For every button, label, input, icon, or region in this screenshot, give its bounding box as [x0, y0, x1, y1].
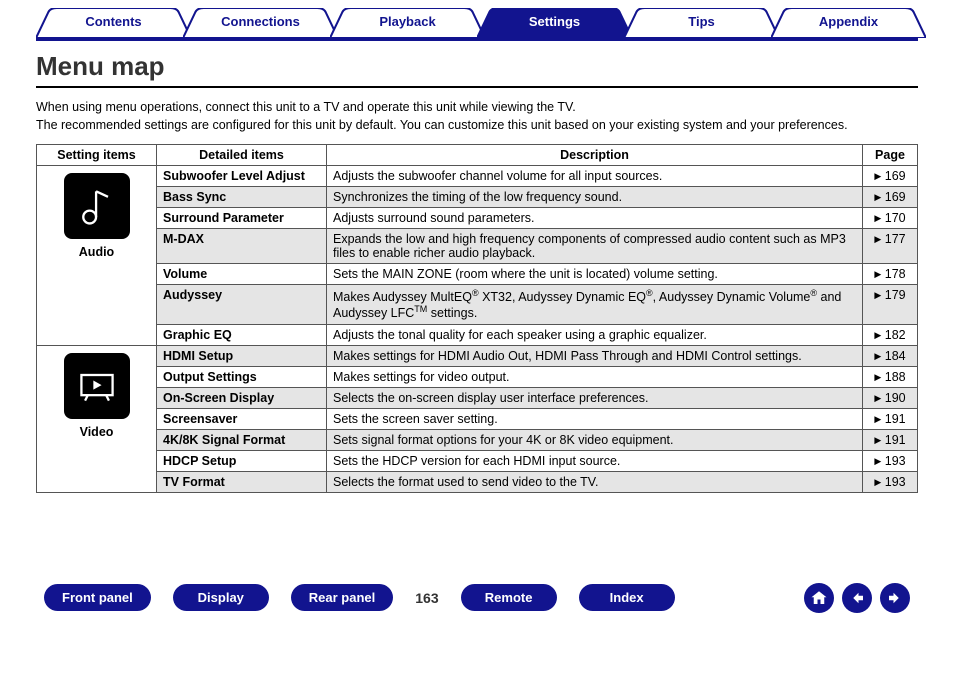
- page-link[interactable]: ▶ 169: [863, 166, 918, 187]
- category-cell-video: Video: [37, 345, 157, 492]
- page-link[interactable]: ▶ 182: [863, 324, 918, 345]
- video-icon: [64, 353, 130, 419]
- menu-map-table: Setting items Detailed items Description…: [36, 144, 918, 492]
- tab-label: Connections: [221, 14, 300, 29]
- table-row: Surround ParameterAdjusts surround sound…: [37, 208, 918, 229]
- detail-item[interactable]: Volume: [157, 264, 327, 285]
- intro-line-1: When using menu operations, connect this…: [36, 100, 576, 114]
- document-page: Contents Connections Playback Settings Tips A…: [0, 0, 954, 633]
- table-row: VolumeSets the MAIN ZONE (room where the…: [37, 264, 918, 285]
- header-page: Page: [863, 145, 918, 166]
- description-cell: Makes settings for video output.: [327, 366, 863, 387]
- header-detailed-items: Detailed items: [157, 145, 327, 166]
- header-description: Description: [327, 145, 863, 166]
- description-cell: Makes settings for HDMI Audio Out, HDMI …: [327, 345, 863, 366]
- home-icon[interactable]: [804, 583, 834, 613]
- detail-item[interactable]: Graphic EQ: [157, 324, 327, 345]
- detail-item[interactable]: Screensaver: [157, 408, 327, 429]
- page-link[interactable]: ▶ 193: [863, 450, 918, 471]
- next-page-icon[interactable]: [880, 583, 910, 613]
- detail-item[interactable]: TV Format: [157, 471, 327, 492]
- intro-line-2: The recommended settings are configured …: [36, 118, 848, 132]
- table-row: TV FormatSelects the format used to send…: [37, 471, 918, 492]
- rear-panel-button[interactable]: Rear panel: [291, 584, 393, 611]
- detail-item[interactable]: HDCP Setup: [157, 450, 327, 471]
- tab-settings[interactable]: Settings: [477, 8, 632, 38]
- page-link[interactable]: ▶ 188: [863, 366, 918, 387]
- description-cell: Sets the HDCP version for each HDMI inpu…: [327, 450, 863, 471]
- tab-label: Tips: [688, 14, 715, 29]
- page-title: Menu map: [36, 51, 918, 88]
- display-button[interactable]: Display: [173, 584, 269, 611]
- page-link[interactable]: ▶ 169: [863, 187, 918, 208]
- table-row: On-Screen DisplaySelects the on-screen d…: [37, 387, 918, 408]
- description-cell: Selects the on-screen display user inter…: [327, 387, 863, 408]
- intro-text: When using menu operations, connect this…: [36, 98, 918, 134]
- table-row: Bass SyncSynchronizes the timing of the …: [37, 187, 918, 208]
- detail-item[interactable]: M-DAX: [157, 229, 327, 264]
- description-cell: Sets the screen saver setting.: [327, 408, 863, 429]
- page-link[interactable]: ▶ 177: [863, 229, 918, 264]
- page-link[interactable]: ▶ 184: [863, 345, 918, 366]
- description-cell: Sets signal format options for your 4K o…: [327, 429, 863, 450]
- detail-item[interactable]: 4K/8K Signal Format: [157, 429, 327, 450]
- detail-item[interactable]: Surround Parameter: [157, 208, 327, 229]
- page-link[interactable]: ▶ 170: [863, 208, 918, 229]
- remote-button[interactable]: Remote: [461, 584, 557, 611]
- front-panel-button[interactable]: Front panel: [44, 584, 151, 611]
- description-cell: Synchronizes the timing of the low frequ…: [327, 187, 863, 208]
- detail-item[interactable]: Audyssey: [157, 285, 327, 324]
- page-link[interactable]: ▶ 179: [863, 285, 918, 324]
- category-cell-audio: Audio: [37, 166, 157, 345]
- detail-item[interactable]: HDMI Setup: [157, 345, 327, 366]
- description-cell: Adjusts the subwoofer channel volume for…: [327, 166, 863, 187]
- page-link[interactable]: ▶ 178: [863, 264, 918, 285]
- tab-label: Playback: [379, 14, 435, 29]
- table-row: Graphic EQAdjusts the tonal quality for …: [37, 324, 918, 345]
- detail-item[interactable]: Subwoofer Level Adjust: [157, 166, 327, 187]
- table-row: 4K/8K Signal FormatSets signal format op…: [37, 429, 918, 450]
- tab-connections[interactable]: Connections: [183, 8, 338, 38]
- tab-tips[interactable]: Tips: [624, 8, 779, 38]
- table-row: M-DAXExpands the low and high frequency …: [37, 229, 918, 264]
- table-row: ScreensaverSets the screen saver setting…: [37, 408, 918, 429]
- footer-nav: Front panel Display Rear panel 163 Remot…: [36, 583, 918, 613]
- detail-item[interactable]: Bass Sync: [157, 187, 327, 208]
- page-link[interactable]: ▶ 191: [863, 429, 918, 450]
- table-row: VideoHDMI SetupMakes settings for HDMI A…: [37, 345, 918, 366]
- tab-playback[interactable]: Playback: [330, 8, 485, 38]
- description-cell: Adjusts surround sound parameters.: [327, 208, 863, 229]
- tab-label: Contents: [85, 14, 141, 29]
- detail-item[interactable]: On-Screen Display: [157, 387, 327, 408]
- description-cell: Expands the low and high frequency compo…: [327, 229, 863, 264]
- tab-label: Appendix: [819, 14, 878, 29]
- table-row: AudysseyMakes Audyssey MultEQ® XT32, Aud…: [37, 285, 918, 324]
- category-label: Video: [43, 425, 150, 439]
- audio-icon: [64, 173, 130, 239]
- tab-label: Settings: [529, 14, 580, 29]
- description-cell: Adjusts the tonal quality for each speak…: [327, 324, 863, 345]
- category-label: Audio: [43, 245, 150, 259]
- index-button[interactable]: Index: [579, 584, 675, 611]
- header-setting-items: Setting items: [37, 145, 157, 166]
- page-link[interactable]: ▶ 191: [863, 408, 918, 429]
- table-row: HDCP SetupSets the HDCP version for each…: [37, 450, 918, 471]
- tab-contents[interactable]: Contents: [36, 8, 191, 38]
- page-number: 163: [415, 590, 438, 606]
- table-row: AudioSubwoofer Level AdjustAdjusts the s…: [37, 166, 918, 187]
- prev-page-icon[interactable]: [842, 583, 872, 613]
- footer-icons: [804, 583, 910, 613]
- description-cell: Makes Audyssey MultEQ® XT32, Audyssey Dy…: [327, 285, 863, 324]
- description-cell: Selects the format used to send video to…: [327, 471, 863, 492]
- page-link[interactable]: ▶ 193: [863, 471, 918, 492]
- table-header-row: Setting items Detailed items Description…: [37, 145, 918, 166]
- table-row: Output SettingsMakes settings for video …: [37, 366, 918, 387]
- page-link[interactable]: ▶ 190: [863, 387, 918, 408]
- description-cell: Sets the MAIN ZONE (room where the unit …: [327, 264, 863, 285]
- detail-item[interactable]: Output Settings: [157, 366, 327, 387]
- tab-appendix[interactable]: Appendix: [771, 8, 926, 38]
- nav-tabs: Contents Connections Playback Settings Tips A…: [36, 8, 918, 41]
